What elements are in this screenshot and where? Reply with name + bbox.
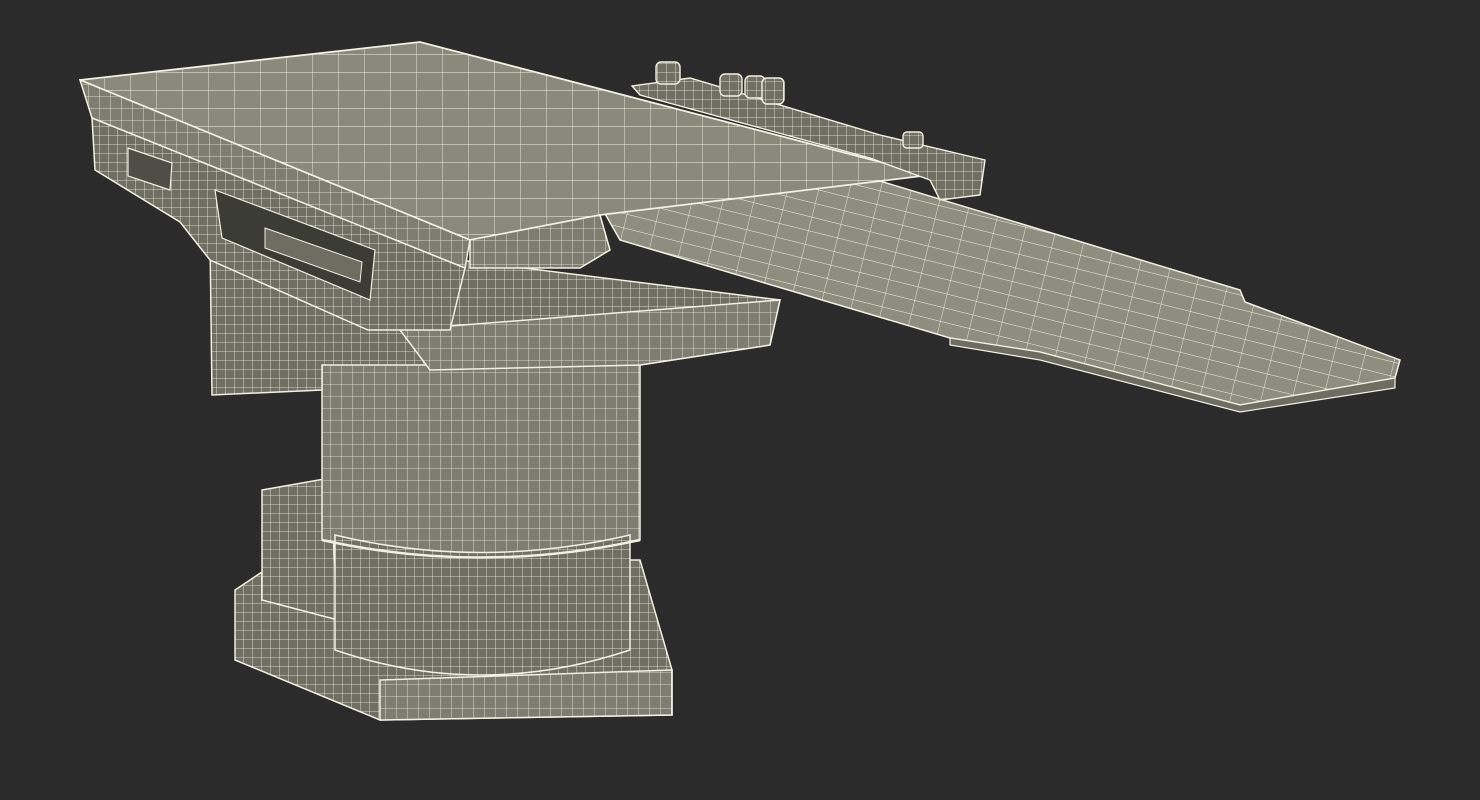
column [321,339,641,676]
render-viewport [0,0,1480,800]
surgical-table-icon [78,41,1401,721]
